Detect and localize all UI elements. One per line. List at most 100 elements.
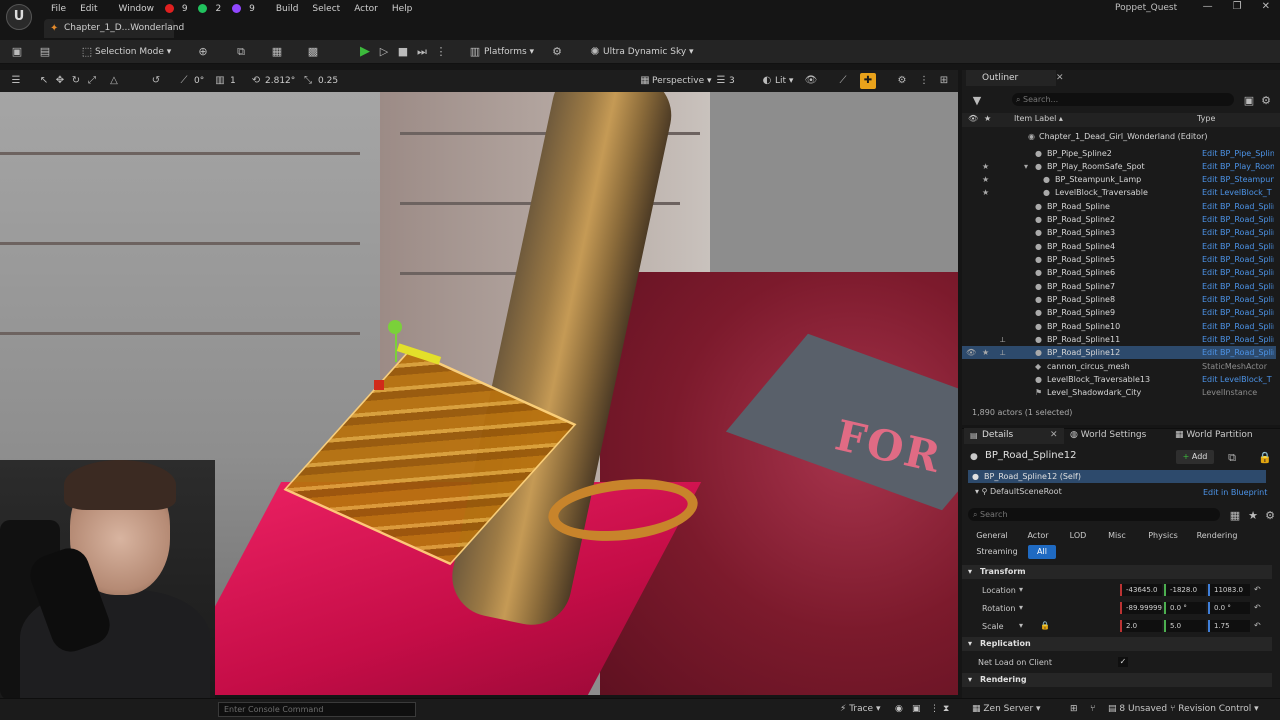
transform-section-header[interactable]: ▾ Transform — [962, 565, 1272, 579]
outliner-row[interactable]: ⟂ ● BP_Road_Spline11 Edit BP_Road_Spline — [962, 333, 1276, 346]
grid-value[interactable]: 1 — [230, 73, 236, 89]
record-icon[interactable]: ◉ — [895, 701, 903, 717]
viewport-options-icon[interactable]: ⋮ — [916, 73, 932, 89]
gizmo-x-handle[interactable] — [374, 380, 384, 390]
row-type-link[interactable]: Edit BP_Play_Room — [1202, 160, 1274, 173]
gizmo-z-axis[interactable] — [395, 332, 397, 362]
eject-icon[interactable]: ⏭ — [415, 45, 429, 59]
grid-icon[interactable]: ▩ — [306, 45, 320, 59]
row-type-link[interactable]: Edit LevelBlock_T — [1202, 373, 1274, 386]
outliner-row[interactable]: ◉ Chapter_1_Dead_Girl_Wonderland (Editor) — [962, 130, 1276, 143]
type-header[interactable]: Type — [1197, 114, 1215, 123]
edit-in-blueprint-link[interactable]: Edit in Blueprint — [1203, 488, 1267, 497]
reset-rotation-icon[interactable]: ↶ — [1254, 603, 1261, 612]
reset-scale-icon[interactable]: ↶ — [1254, 621, 1261, 630]
menu-window[interactable]: Window 9 2 9 — [105, 2, 269, 16]
close-outliner-icon[interactable]: ✕ — [1056, 70, 1064, 86]
outliner-row[interactable]: ● BP_Road_Spline8 Edit BP_Road_Spline — [962, 293, 1276, 306]
menu-actor[interactable]: Actor — [347, 2, 385, 16]
filter-general[interactable]: General — [972, 529, 1012, 543]
realtime-toggle-icon[interactable]: ✚ — [860, 73, 876, 89]
select-tool-icon[interactable]: ↖ — [36, 73, 52, 89]
menu-build[interactable]: Build — [269, 2, 306, 16]
outliner-tab[interactable]: Outliner ✕ — [966, 70, 1064, 86]
row-type-link[interactable]: Edit LevelBlock_T — [1202, 186, 1274, 199]
grid-snap-icon[interactable]: ▥ — [212, 73, 228, 89]
net-load-checkbox[interactable]: ✓ — [1118, 657, 1128, 667]
close-window-icon[interactable]: ✕ — [1262, 1, 1270, 12]
outliner-row[interactable]: ● BP_Pipe_Spline2 Edit BP_Pipe_Spline — [962, 147, 1276, 160]
sky-dropdown[interactable]: Ultra Dynamic Sky ▾ — [603, 44, 694, 60]
maximize-icon[interactable]: ❐ — [1233, 1, 1242, 12]
revision-control-dropdown[interactable]: ⑂ Revision Control ▾ — [1170, 701, 1259, 717]
outliner-row[interactable]: ★ ▾ ● BP_Play_RoomSafe_Spot Edit BP_Play_Roo… — [962, 160, 1276, 173]
unsaved-indicator[interactable]: ▤ 8 Unsaved — [1108, 701, 1167, 717]
visibility-icon[interactable]: 👁 — [968, 114, 978, 123]
viewport-menu-icon[interactable]: ☰ — [8, 73, 24, 89]
filter-rendering[interactable]: Rendering — [1194, 529, 1240, 543]
outliner-row[interactable]: ● BP_Road_Spline2 Edit BP_Road_Spline — [962, 213, 1276, 226]
outliner-row[interactable]: ● LevelBlock_Traversable13 Edit LevelBlock… — [962, 373, 1276, 386]
angle-snap-icon[interactable]: ⟋ — [176, 73, 192, 89]
level-tab[interactable]: ✦ Chapter_1_D...Wonderland — [44, 19, 184, 38]
filter-all[interactable]: All — [1028, 545, 1056, 559]
scale-tool-icon[interactable]: ⤢ — [84, 73, 100, 89]
save-icon[interactable]: ▣ — [10, 45, 24, 59]
reset-location-icon[interactable]: ↶ — [1254, 585, 1261, 594]
rotation-dropdown-icon[interactable]: ▾ — [1019, 603, 1023, 612]
more-status-icon[interactable]: ⋮ — [930, 701, 939, 717]
step-icon[interactable]: ▷ — [377, 45, 391, 59]
outliner-row[interactable]: ● BP_Road_Spline6 Edit BP_Road_Spline — [962, 266, 1276, 279]
row-type-link[interactable]: Edit BP_Steampunk — [1202, 173, 1274, 186]
item-label-header[interactable]: Item Label ▴ — [1014, 114, 1063, 123]
settings-icon[interactable]: ⚙ — [550, 45, 564, 59]
outliner-row[interactable]: ● BP_Road_Spline4 Edit BP_Road_Spline — [962, 240, 1276, 253]
perspective-dropdown[interactable]: Perspective ▾ — [652, 73, 712, 89]
more-icon[interactable]: ⋮ — [434, 45, 448, 59]
selection-mode-dropdown[interactable]: Selection Mode ▾ — [95, 44, 171, 60]
blueprint-options-icon[interactable]: ⧉ — [1225, 451, 1239, 465]
menu-select[interactable]: Select — [305, 2, 347, 16]
camera-speed-value[interactable]: 3 — [729, 73, 735, 89]
rotation-z-input[interactable]: 0.0 ° — [1208, 602, 1250, 614]
screenshot-icon[interactable]: ▣ — [912, 701, 921, 717]
add-folder-icon[interactable]: ▣ — [1242, 94, 1256, 108]
angle-value[interactable]: 0° — [194, 73, 204, 89]
layout-icon[interactable]: ⊞ — [936, 73, 952, 89]
platforms-dropdown[interactable]: Platforms ▾ — [484, 44, 534, 60]
filter-lod[interactable]: LOD — [1064, 529, 1092, 543]
world-settings-tab[interactable]: ◍ World Settings — [1070, 430, 1146, 440]
row-type-link[interactable]: Edit BP_Road_Spline — [1202, 280, 1274, 293]
outliner-row-selected[interactable]: 👁 ★ ⟂ ● BP_Road_Spline12 Edit BP_Road_Spline — [962, 346, 1276, 359]
outliner-row[interactable]: ● BP_Road_Spline3 Edit BP_Road_Spline — [962, 226, 1276, 239]
location-z-input[interactable]: 11083.0 — [1208, 584, 1250, 596]
rotation-x-input[interactable]: -89.99999 — [1120, 602, 1162, 614]
minimize-icon[interactable]: — — [1203, 1, 1213, 12]
stop-icon[interactable]: ■ — [396, 45, 410, 59]
viewport-settings-icon[interactable]: ⚙ — [894, 73, 910, 89]
surface-snap-icon[interactable]: ↺ — [148, 73, 164, 89]
menu-file[interactable]: File — [44, 2, 73, 16]
pin-icon[interactable]: ★ — [984, 114, 991, 123]
filter-icon[interactable]: ▼ — [970, 94, 984, 108]
outliner-search-input[interactable]: ⌕ Search... — [1012, 93, 1234, 106]
gizmo-z-handle[interactable] — [388, 320, 402, 334]
menu-help[interactable]: Help — [385, 2, 420, 16]
row-type-link[interactable]: Edit BP_Road_Spline — [1202, 320, 1274, 333]
scale-z-input[interactable]: 1.75 — [1208, 620, 1250, 632]
zen-server-dropdown[interactable]: ▦ Zen Server ▾ — [972, 701, 1041, 717]
rotation-y-input[interactable]: 0.0 ° — [1164, 602, 1206, 614]
world-partition-tab[interactable]: ▦ World Partition — [1175, 430, 1253, 440]
replication-section-header[interactable]: ▾ Replication — [962, 637, 1272, 651]
scale-snap-value[interactable]: 0.25 — [318, 73, 338, 89]
console-command-input[interactable]: Enter Console Command — [218, 702, 416, 717]
rendering-section-header[interactable]: ▾ Rendering — [962, 673, 1272, 687]
move-tool-icon[interactable]: ✥ — [52, 73, 68, 89]
row-type-link[interactable]: Edit BP_Road_Spline — [1202, 226, 1274, 239]
filter-streaming[interactable]: Streaming — [972, 545, 1022, 559]
outliner-row[interactable]: ● BP_Road_Spline7 Edit BP_Road_Spline — [962, 280, 1276, 293]
add-component-button[interactable]: + Add — [1176, 450, 1214, 464]
outliner-row[interactable]: ★ ● LevelBlock_Traversable Edit LevelBlock_… — [962, 186, 1276, 199]
outliner-row[interactable]: ⚑ Level_Shadowdark_City LevelInstance — [962, 386, 1276, 399]
details-search-input[interactable]: ⌕ Search — [968, 508, 1220, 521]
